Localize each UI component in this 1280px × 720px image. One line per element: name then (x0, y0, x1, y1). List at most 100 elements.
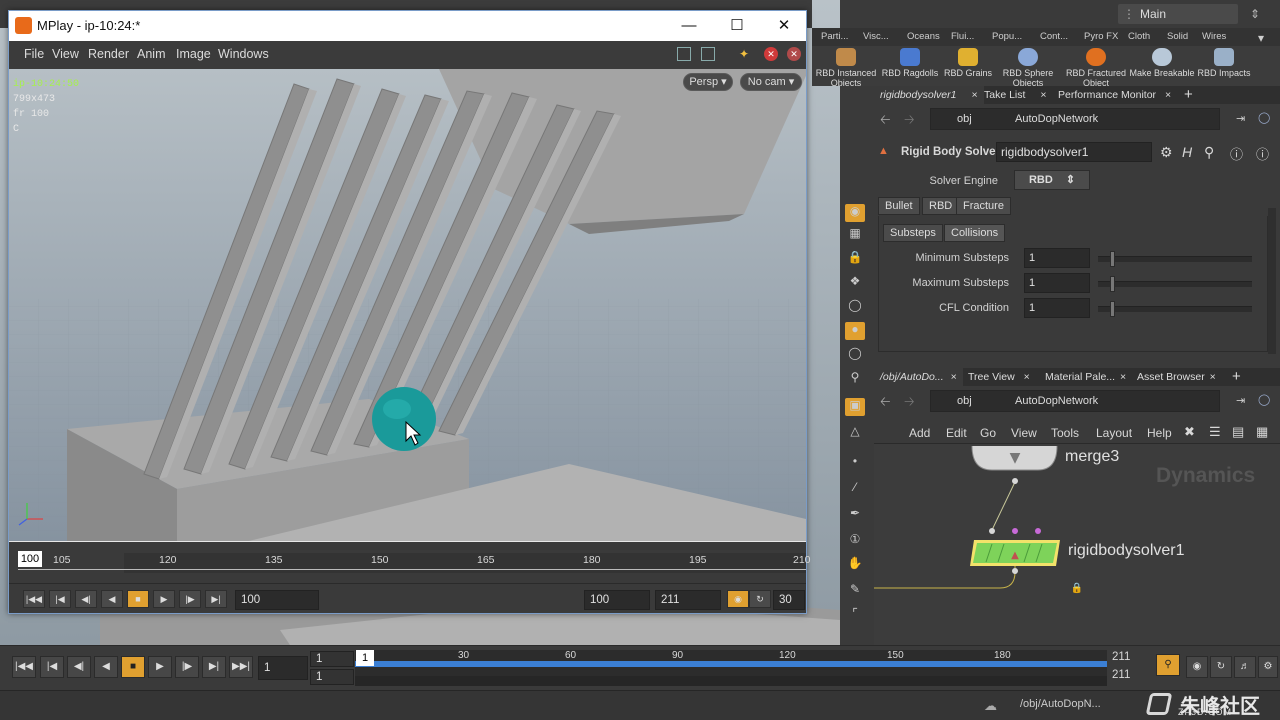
current-frame-field[interactable]: 100 (235, 590, 319, 610)
cfl-field[interactable]: 1 (1024, 298, 1090, 318)
select-icon[interactable]: △ (845, 424, 865, 442)
close-icon[interactable]: ✕ (761, 11, 807, 41)
net-pin-icon[interactable]: ⇥ (1236, 394, 1245, 407)
tab-fracture[interactable]: Fracture (956, 197, 1011, 215)
range-end-field[interactable]: 211 (655, 590, 721, 610)
net-menu-layout[interactable]: Layout (1096, 426, 1132, 440)
pb-range-start-2[interactable]: 1 (310, 669, 354, 685)
node-rigidbodysolver1[interactable]: rigidbodysolver1 (1068, 542, 1185, 560)
render-icon[interactable]: ✦ (739, 47, 753, 61)
menu-windows[interactable]: Windows (218, 47, 269, 61)
menu-anim[interactable]: Anim (137, 47, 165, 61)
cfl-slider[interactable] (1098, 306, 1252, 312)
tab-substeps[interactable]: Substeps (883, 224, 943, 242)
ghost-icon[interactable]: ◯ (845, 298, 865, 316)
edge-icon[interactable]: ⁄ (845, 480, 865, 498)
tools-icon[interactable]: ✖ (1184, 424, 1195, 440)
visibility-icon[interactable]: ◉ (845, 204, 865, 222)
pb-range-start-1[interactable]: 1 (310, 651, 354, 667)
gear-icon[interactable]: ⚙ (1160, 144, 1173, 161)
tool-rbd-impacts[interactable]: RBD Impacts (1190, 48, 1258, 78)
net-menu-view[interactable]: View (1011, 426, 1037, 440)
shelf-tab-particles[interactable]: Parti... (821, 31, 848, 42)
net-menu-add[interactable]: Add (909, 426, 930, 440)
pb-end-icon[interactable]: ▶| (202, 656, 226, 678)
mplay-window[interactable]: MPlay - ip-10:24:* — ☐ ✕ File View Rende… (8, 10, 811, 614)
mplay-render-view[interactable]: ip-10:24:50 799x473 fr 100 C Persp ▾ No … (9, 69, 806, 541)
max-substeps-slider[interactable] (1098, 281, 1252, 287)
realtime-icon[interactable]: ◉ (727, 590, 749, 608)
tool-rbd-fractured-object[interactable]: RBD Fractured Object (1062, 48, 1130, 88)
mplay-timeline[interactable]: 100 105 120 135 150 165 180 195 210 (9, 541, 811, 583)
number-icon[interactable]: ① (845, 532, 865, 550)
min-substeps-slider[interactable] (1098, 256, 1252, 262)
tab-tree-view[interactable]: Tree View × (962, 368, 1036, 386)
net-forward-icon[interactable]: 🡢 (904, 393, 915, 415)
tool-rbd-sphere-objects[interactable]: RBD Sphere Objects (994, 48, 1062, 88)
pb-stop-icon[interactable]: ■ (121, 656, 145, 678)
maximize-icon[interactable]: ☐ (714, 11, 760, 41)
pin-icon[interactable]: ⚲ (845, 370, 865, 388)
node-merge3[interactable]: merge3 (1065, 448, 1119, 466)
play-reverse-icon[interactable]: ◀ (101, 590, 123, 608)
menu-render[interactable]: Render (88, 47, 129, 61)
param-scrollbar[interactable] (1268, 208, 1276, 354)
net-menu-edit[interactable]: Edit (946, 426, 967, 440)
add-tab-icon[interactable]: + (1178, 86, 1199, 104)
play-forward-icon[interactable]: ▶ (153, 590, 175, 608)
chat-icon[interactable]: ☁ (984, 698, 997, 714)
pb-cursor[interactable]: 1 (356, 650, 374, 666)
range-end-icon[interactable]: ▶| (205, 590, 227, 608)
tab-network-path[interactable]: /obj/AutoDo... × (874, 368, 963, 386)
dot-icon[interactable]: • (845, 454, 865, 472)
max-substeps-knob[interactable] (1110, 276, 1115, 292)
shelf-tab-container[interactable]: Cont... (1040, 31, 1068, 42)
cancel-render-icon[interactable]: ✕ (787, 47, 801, 61)
help-icon[interactable]: ⓘ (1256, 144, 1269, 163)
tab-take-list[interactable]: Take List × (978, 86, 1053, 104)
minimize-icon[interactable]: — (666, 11, 712, 41)
shelf-tab-oceans[interactable]: Oceans (907, 31, 940, 42)
pb-start-icon[interactable]: |◀ (40, 656, 64, 678)
tab-asset-browser[interactable]: Asset Browser × (1131, 368, 1222, 386)
pb-frame-field[interactable]: 1 (258, 656, 308, 680)
lock-icon[interactable]: 🔒 (845, 250, 865, 268)
shelf-tab-cloth[interactable]: Cloth (1128, 31, 1150, 42)
step-back-icon[interactable]: ◀| (75, 590, 97, 608)
pb-timeline[interactable]: 1 30 60 90 120 150 180 (355, 650, 1107, 686)
grid-icon[interactable]: ▦ (1256, 424, 1268, 440)
tool-rbd-grains[interactable]: RBD Grains (934, 48, 1002, 78)
pb-reverse-icon[interactable]: ◀ (94, 656, 118, 678)
net-add-tab-icon[interactable]: + (1226, 368, 1247, 386)
min-substeps-field[interactable]: 1 (1024, 248, 1090, 268)
tab-collisions[interactable]: Collisions (944, 224, 1006, 242)
pb-last-icon[interactable]: ▶▶| (229, 656, 253, 678)
fit-window-icon[interactable] (677, 47, 691, 61)
pb-play-icon[interactable]: ▶ (148, 656, 172, 678)
param-path-field[interactable]: obj AutoDopNetwork (930, 108, 1220, 130)
pb-first-icon[interactable]: |◀◀ (12, 656, 36, 678)
tab-performance-monitor[interactable]: Performance Monitor × (1052, 86, 1177, 104)
tree-icon[interactable]: ☰ (1209, 424, 1221, 440)
tab-rbd[interactable]: RBD (922, 197, 960, 215)
bulb-icon[interactable]: ◯ (845, 346, 865, 364)
shelf-tab-viscous[interactable]: Visc... (863, 31, 889, 42)
display-icon[interactable]: ▣ (845, 398, 865, 416)
desktop-selector[interactable]: Main ⋮ ⇕ (1118, 4, 1260, 24)
loop-icon[interactable]: ↻ (749, 590, 771, 608)
pb-stepfwd-icon[interactable]: |▶ (175, 656, 199, 678)
info-icon[interactable]: ⓘ (1230, 144, 1243, 163)
cfl-knob[interactable] (1110, 301, 1115, 317)
key-icon[interactable]: ⚲ (1156, 654, 1180, 676)
menu-file[interactable]: File (24, 47, 44, 61)
settings-icon[interactable]: ⚙ (1258, 656, 1278, 678)
range-start-field[interactable]: 100 (584, 590, 650, 610)
node-name-field[interactable]: rigidbodysolver1 (996, 142, 1152, 162)
max-substeps-field[interactable]: 1 (1024, 273, 1090, 293)
net-menu-help[interactable]: Help (1147, 426, 1172, 440)
pb-scroll[interactable] (355, 676, 1107, 686)
stop-icon[interactable]: ■ (127, 590, 149, 608)
brush-icon[interactable]: ✒ (845, 506, 865, 524)
shelf-tab-pyrofx[interactable]: Pyro FX (1084, 31, 1118, 42)
snap-icon[interactable]: ❖ (845, 274, 865, 292)
